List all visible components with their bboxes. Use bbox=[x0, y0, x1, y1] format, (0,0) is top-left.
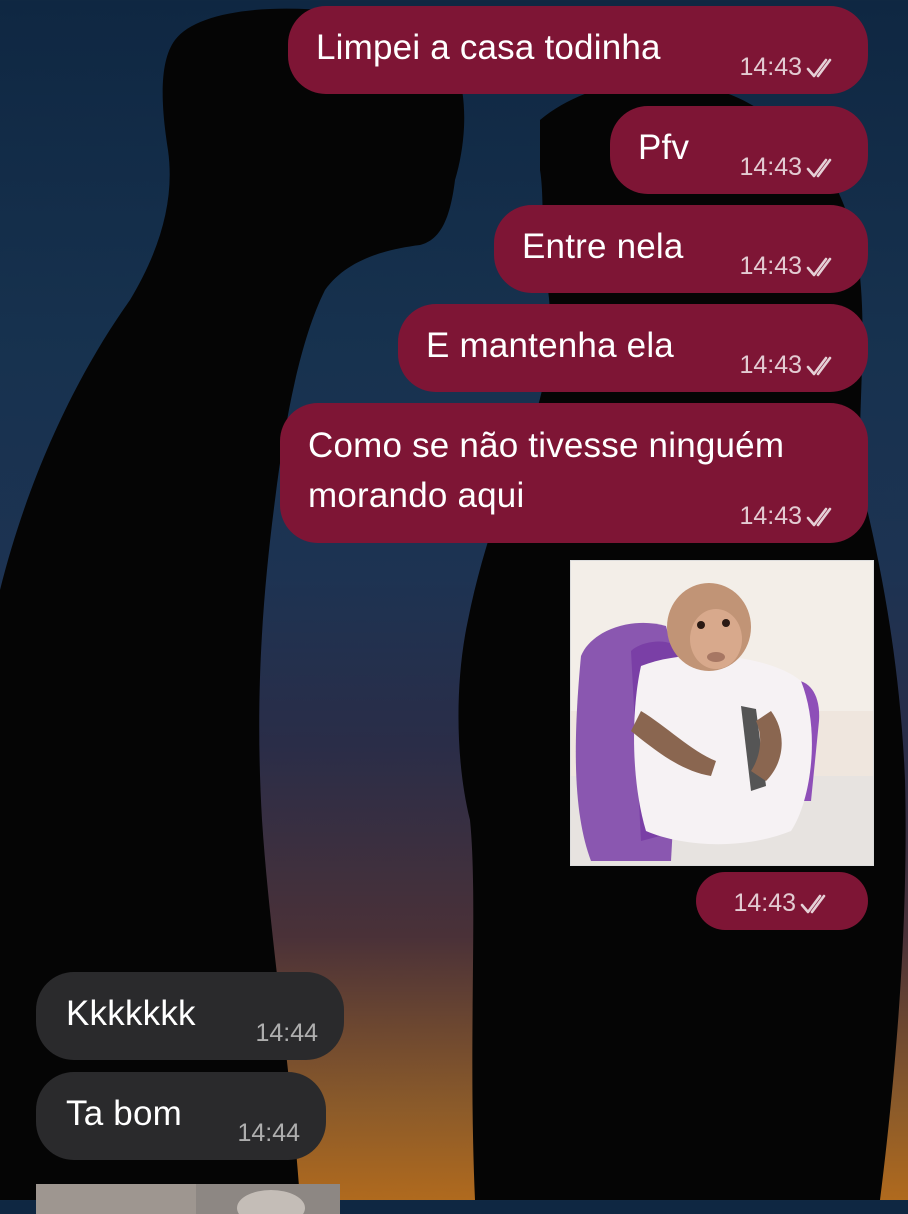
message-text: Kkkkkkk bbox=[66, 994, 196, 1033]
message-time: 14:43 bbox=[739, 53, 802, 81]
image-timestamp: 14:43 bbox=[696, 872, 868, 930]
message-text: Pfv bbox=[638, 128, 690, 167]
message-text-line-1: Como se não tivesse ninguém bbox=[308, 426, 785, 465]
message-meta: 14:43 bbox=[739, 502, 844, 531]
outgoing-message[interactable]: Entre nela 14:43 bbox=[494, 205, 868, 293]
double-check-icon bbox=[800, 894, 826, 913]
message-meta: 14:43 bbox=[733, 889, 838, 918]
message-text: Entre nela bbox=[522, 227, 684, 266]
partial-image bbox=[36, 1184, 340, 1214]
message-text-line-2: morando aqui bbox=[308, 476, 525, 515]
message-meta: 14:44 bbox=[255, 1019, 318, 1048]
incoming-message[interactable]: Ta bom 14:44 bbox=[36, 1072, 326, 1160]
message-time: 14:43 bbox=[739, 351, 802, 379]
incoming-message[interactable]: Kkkkkkk 14:44 bbox=[36, 972, 344, 1060]
message-meta: 14:43 bbox=[739, 252, 844, 281]
message-meta: 14:44 bbox=[237, 1119, 300, 1148]
message-meta: 14:43 bbox=[739, 53, 844, 82]
double-check-icon bbox=[806, 507, 832, 526]
message-meta: 14:43 bbox=[739, 153, 844, 182]
double-check-icon bbox=[806, 356, 832, 375]
outgoing-message[interactable]: Como se não tivesse ninguém morando aqui… bbox=[280, 403, 868, 543]
monkey-image bbox=[571, 561, 873, 865]
chat-thread: Limpei a casa todinha 14:43 Pfv 14:43 En… bbox=[0, 0, 908, 1214]
message-meta: 14:43 bbox=[739, 351, 844, 380]
message-time: 14:44 bbox=[237, 1119, 300, 1147]
message-text: E mantenha ela bbox=[426, 326, 674, 365]
message-time: 14:43 bbox=[733, 889, 796, 917]
double-check-icon bbox=[806, 257, 832, 276]
double-check-icon bbox=[806, 58, 832, 77]
message-time: 14:43 bbox=[739, 502, 802, 530]
message-text: Ta bom bbox=[66, 1094, 182, 1133]
message-time: 14:43 bbox=[739, 252, 802, 280]
outgoing-message[interactable]: E mantenha ela 14:43 bbox=[398, 304, 868, 392]
image-message[interactable] bbox=[570, 560, 874, 866]
message-time: 14:44 bbox=[255, 1019, 318, 1047]
message-text: Limpei a casa todinha bbox=[316, 28, 661, 67]
outgoing-message[interactable]: Pfv 14:43 bbox=[610, 106, 868, 194]
double-check-icon bbox=[806, 158, 832, 177]
image-message-partial[interactable] bbox=[36, 1184, 340, 1214]
outgoing-message[interactable]: Limpei a casa todinha 14:43 bbox=[288, 6, 868, 94]
message-time: 14:43 bbox=[739, 153, 802, 181]
